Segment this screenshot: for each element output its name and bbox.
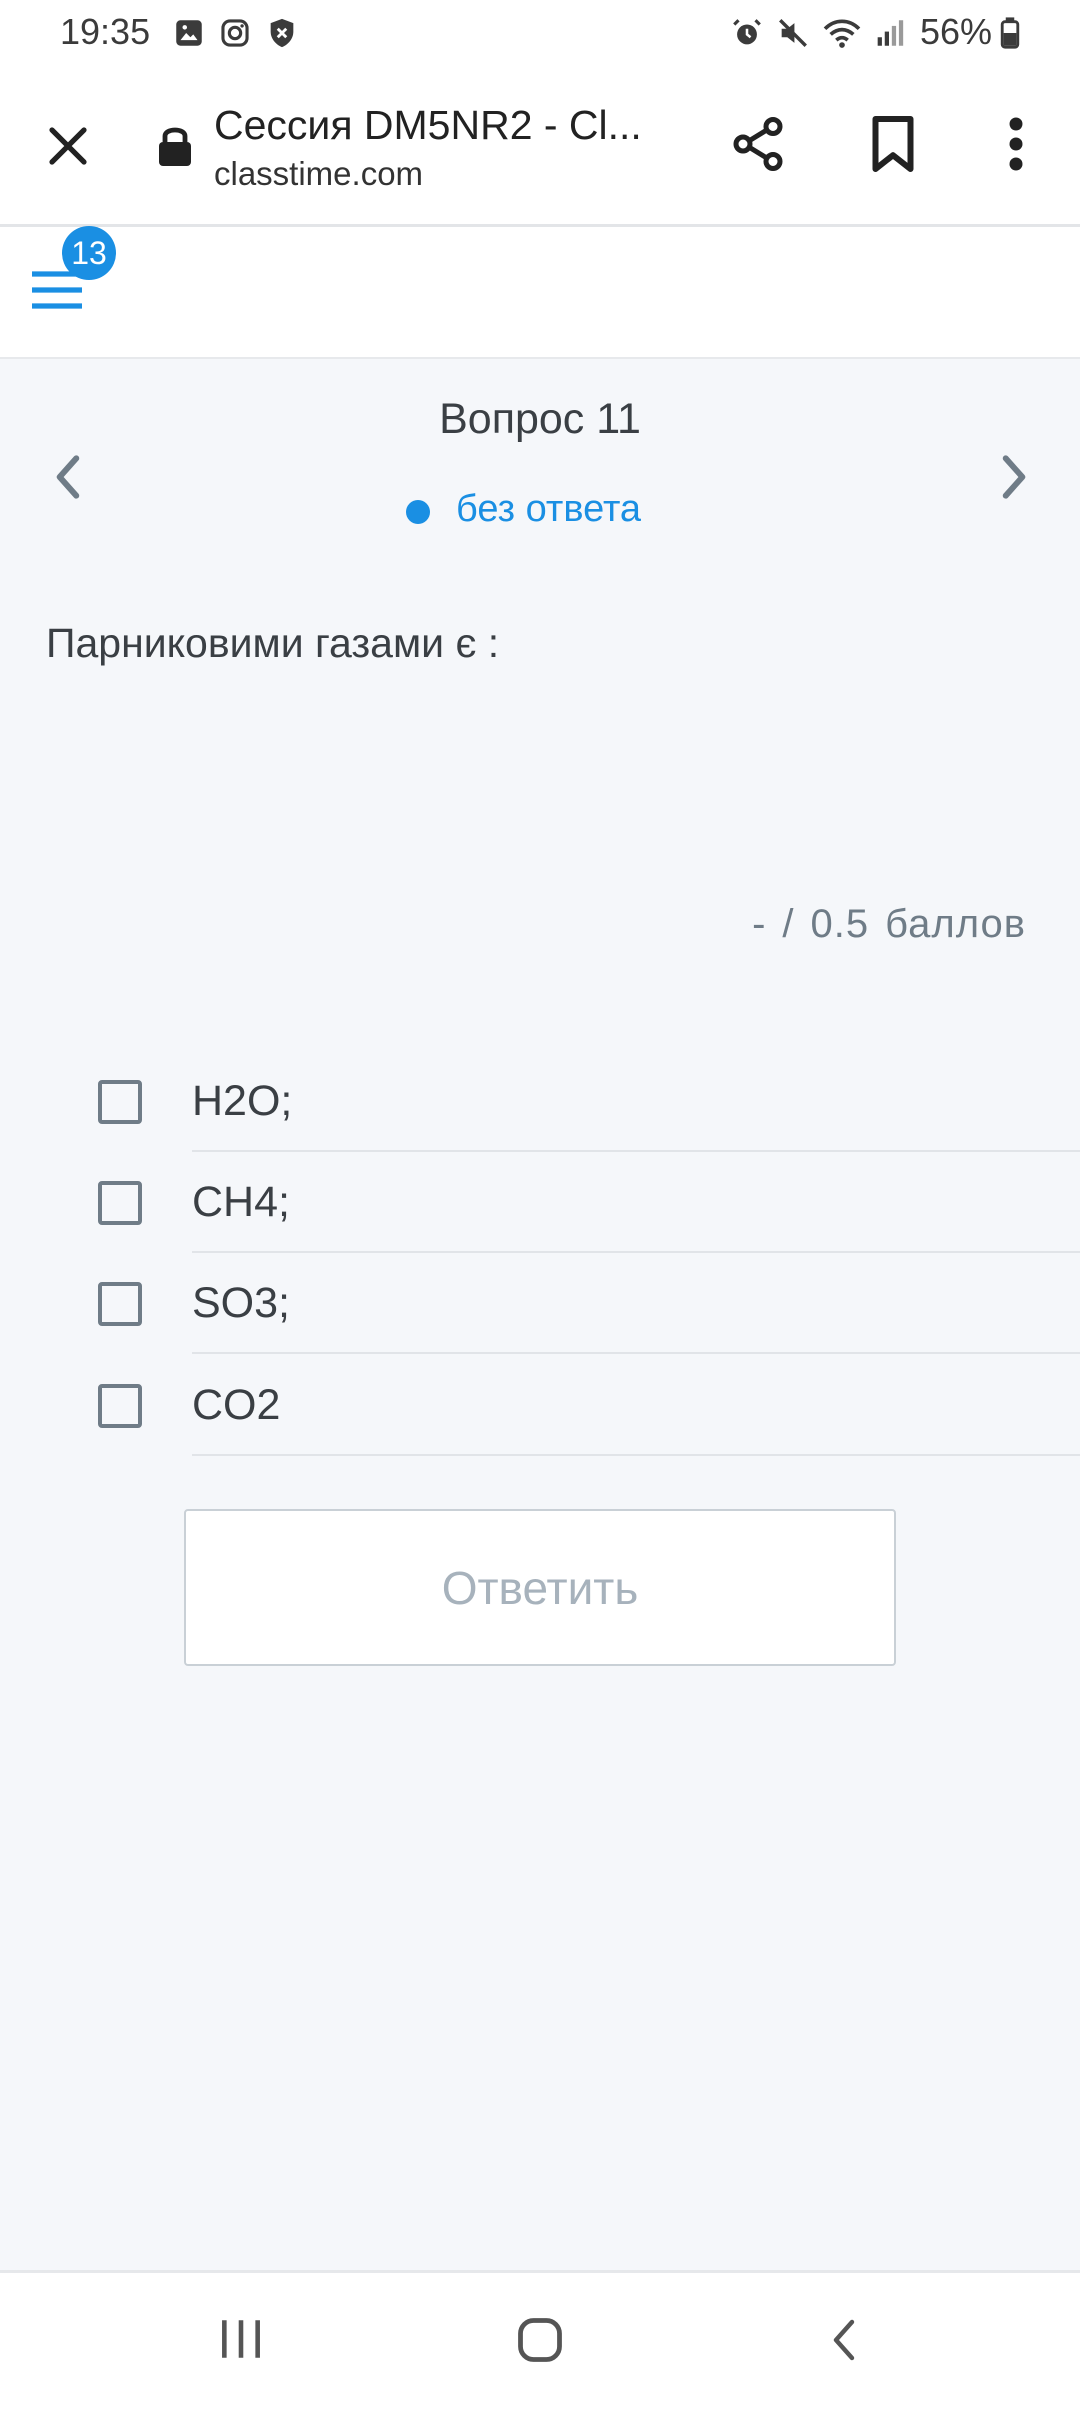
option-item[interactable]: CO2: [98, 1362, 1080, 1462]
option-checkbox[interactable]: [98, 1080, 142, 1124]
option-checkbox[interactable]: [98, 1181, 142, 1225]
status-dot: [406, 500, 430, 524]
lock-icon: [159, 127, 191, 166]
share-icon[interactable]: [728, 114, 788, 174]
answer-button[interactable]: Ответить: [184, 1509, 896, 1666]
question-status: без ответа: [456, 488, 642, 530]
option-label[interactable]: H2O;: [192, 1074, 292, 1128]
score-earned: -: [752, 902, 767, 946]
gallery-icon: [176, 20, 202, 46]
score: -/ 0.5 баллов: [744, 898, 1034, 950]
close-icon[interactable]: [44, 122, 92, 170]
previous-question-icon[interactable]: [50, 452, 86, 502]
option-item[interactable]: CH4;: [98, 1159, 1080, 1259]
option-divider: [192, 1251, 1080, 1253]
battery-percent: 56%: [920, 11, 993, 52]
battery-icon: [1000, 17, 1020, 49]
status-time: 19:35: [60, 11, 151, 52]
page-url[interactable]: classtime.com: [214, 154, 423, 194]
question-title: Вопрос 11: [439, 395, 641, 443]
option-divider: [192, 1454, 1080, 1456]
score-separator: /: [782, 902, 795, 946]
page-title[interactable]: Сессия DM5NR2 - Cl...: [214, 100, 642, 150]
option-label[interactable]: SO3;: [192, 1276, 290, 1330]
signal-icon: [877, 20, 904, 46]
option-item[interactable]: SO3;: [98, 1260, 1080, 1360]
bookmark-icon[interactable]: [866, 114, 920, 174]
option-label[interactable]: CO2: [192, 1378, 280, 1432]
recent-apps-icon[interactable]: [216, 2316, 266, 2362]
score-max: 0.5: [810, 902, 870, 946]
alarm-icon: [733, 19, 761, 45]
option-item[interactable]: H2O;: [98, 1058, 1080, 1158]
option-divider: [192, 1150, 1080, 1152]
mute-icon: [779, 19, 807, 47]
option-divider: [192, 1352, 1080, 1354]
app-header: [0, 227, 1080, 359]
score-unit: баллов: [885, 902, 1026, 946]
home-icon[interactable]: [514, 2314, 566, 2366]
more-vert-icon[interactable]: [996, 114, 1036, 174]
vpn-shield-icon: [270, 18, 294, 48]
wifi-icon: [823, 19, 861, 48]
option-checkbox[interactable]: [98, 1282, 142, 1326]
question-text: Парниковими газами є :: [46, 620, 500, 666]
option-checkbox[interactable]: [98, 1384, 142, 1428]
back-icon[interactable]: [826, 2316, 862, 2364]
notification-badge: 13: [62, 226, 116, 280]
option-label[interactable]: CH4;: [192, 1175, 290, 1229]
instagram-icon: [221, 19, 249, 47]
next-question-icon[interactable]: [996, 452, 1032, 502]
status-bar: [0, 0, 1080, 66]
